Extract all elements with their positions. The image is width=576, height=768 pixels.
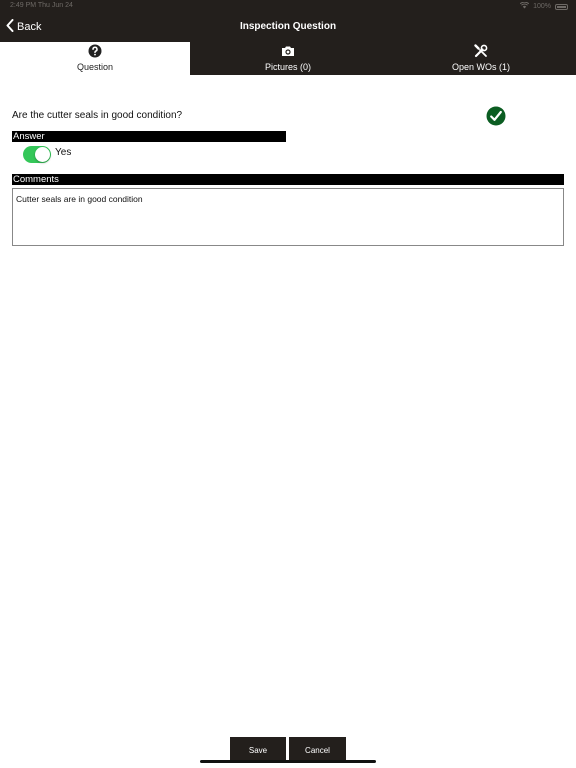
answer-toggle-label: Yes [55, 147, 72, 158]
tab-pictures-label: Pictures (0) [264, 62, 311, 72]
question-text: Are the cutter seals in good condition? [12, 110, 183, 121]
battery-percent: 100% [533, 3, 551, 10]
status-right: 100% [519, 1, 568, 11]
answer-header: Answer [12, 131, 286, 142]
tools-icon [474, 44, 488, 58]
nav-bar: Back Inspection Question [0, 12, 576, 42]
tab-bar: Question Pictures (0) Open WOs (1) [0, 42, 576, 75]
wifi-icon [519, 1, 530, 11]
toggle-knob [35, 147, 50, 162]
status-time: 2:49 PM Thu Jun 24 [10, 2, 73, 9]
page-title: Inspection Question [239, 21, 337, 32]
tab-question[interactable]: Question [0, 42, 190, 75]
tab-pictures[interactable]: Pictures (0) [190, 42, 386, 75]
tab-open-wos[interactable]: Open WOs (1) [386, 42, 576, 75]
question-circle-icon [88, 44, 102, 58]
status-bar: 2:49 PM Thu Jun 24 100% [0, 0, 576, 12]
home-indicator [200, 760, 376, 763]
battery-icon [555, 3, 568, 10]
comments-input[interactable]: Cutter seals are in good condition [12, 188, 564, 246]
tab-question-label: Question [76, 62, 114, 72]
camera-icon [281, 44, 295, 58]
answer-toggle[interactable] [23, 146, 51, 163]
comments-header: Comments [12, 174, 564, 185]
tab-open-wos-label: Open WOs (1) [451, 62, 510, 72]
check-circle-icon [486, 106, 506, 126]
